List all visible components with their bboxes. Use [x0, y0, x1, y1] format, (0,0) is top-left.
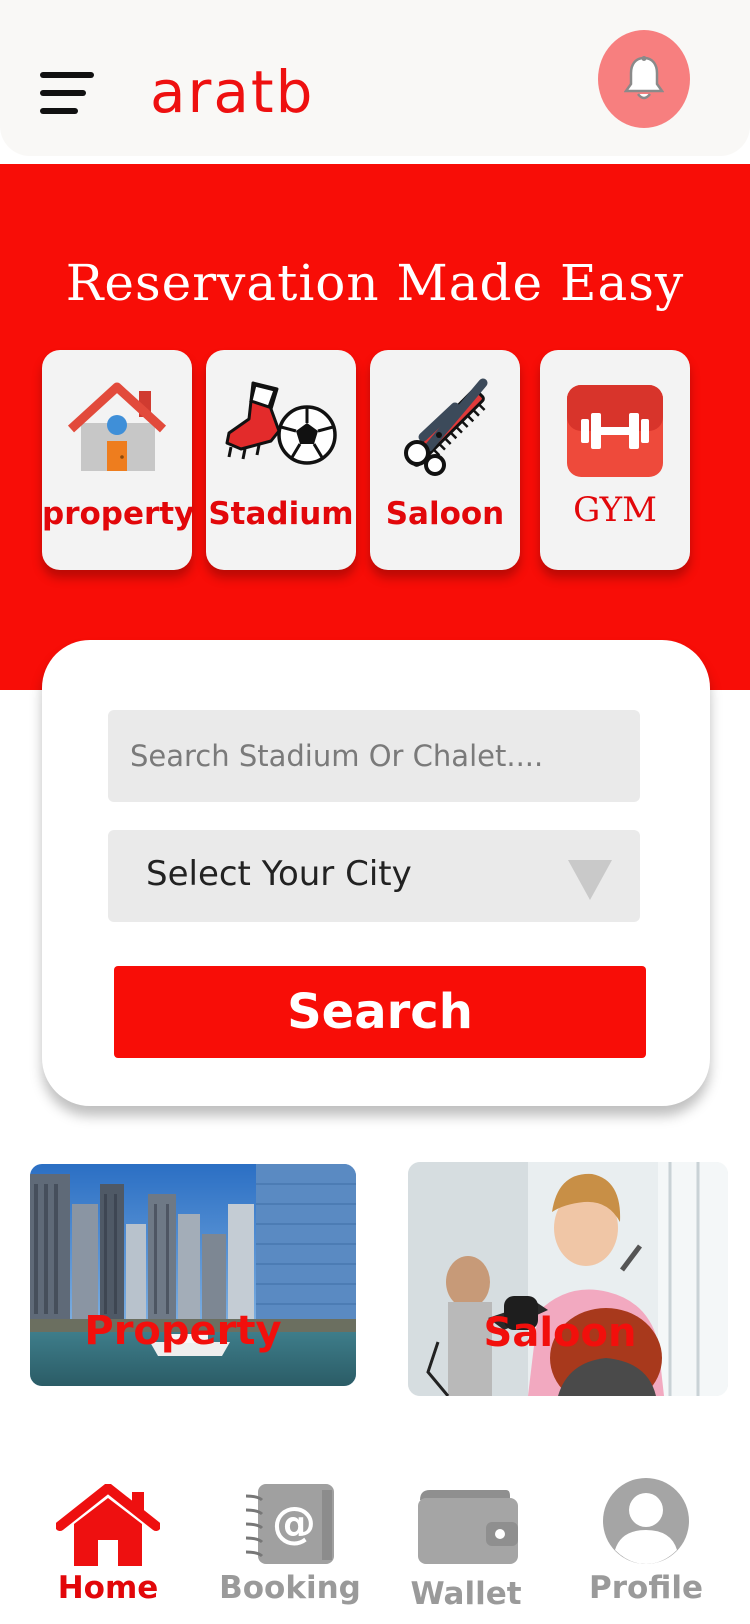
menu-icon-line: [40, 72, 94, 78]
nav-label: Profile: [589, 1570, 703, 1606]
hero-title: Reservation Made Easy: [65, 254, 685, 312]
menu-icon-line: [40, 108, 78, 114]
notifications-button[interactable]: [598, 30, 690, 128]
hair-salon-image: [408, 1162, 728, 1396]
house-icon: [67, 382, 167, 471]
feature-property-card[interactable]: Property: [30, 1164, 356, 1386]
wallet-icon: [418, 1490, 518, 1564]
nav-booking[interactable]: @ Booking: [200, 1470, 380, 1624]
nav-profile[interactable]: Profile: [556, 1470, 736, 1624]
search-input[interactable]: [108, 710, 640, 802]
category-label: GYM: [573, 490, 657, 530]
menu-icon-line: [40, 90, 86, 96]
category-saloon[interactable]: Saloon: [370, 350, 520, 570]
feature-label: Saloon: [483, 1310, 637, 1356]
category-property[interactable]: property: [42, 350, 195, 570]
app-logo: aratb: [150, 58, 315, 126]
nav-label: Booking: [219, 1570, 361, 1606]
user-icon: [603, 1478, 689, 1564]
bell-icon: [624, 56, 664, 100]
search-card: Select Your City Search: [42, 640, 710, 1106]
dumbbell-icon: [567, 385, 663, 477]
app-header: aratb: [0, 0, 750, 156]
category-label: Stadium: [208, 496, 354, 532]
nav-label: Wallet: [410, 1576, 522, 1612]
nav-wallet[interactable]: Wallet: [376, 1470, 556, 1624]
city-select[interactable]: Select Your City: [108, 830, 640, 922]
scissors-comb-icon: [404, 378, 488, 476]
feature-saloon-card[interactable]: Saloon: [408, 1162, 728, 1396]
nav-home[interactable]: Home: [18, 1470, 198, 1624]
feature-label: Property: [84, 1308, 282, 1354]
address-book-icon: @: [245, 1484, 334, 1564]
svg-text:@: @: [272, 1498, 316, 1549]
category-label: Saloon: [385, 496, 505, 532]
city-select-value: Select Your City: [146, 854, 412, 894]
hero-banner: Reservation Made Easy property Stadium S…: [0, 164, 750, 690]
category-gym[interactable]: GYM: [540, 350, 690, 570]
search-button[interactable]: Search: [114, 966, 646, 1058]
menu-button[interactable]: [40, 72, 96, 120]
nav-label: Home: [57, 1570, 159, 1606]
category-stadium[interactable]: Stadium: [206, 350, 356, 570]
soccer-boot-ball-icon: [225, 381, 337, 465]
dropdown-arrow-icon: [568, 860, 612, 900]
category-label: property: [42, 496, 195, 532]
bottom-navigation: Home @ Booking Wallet Profile: [0, 1470, 750, 1624]
home-icon: [56, 1484, 160, 1566]
